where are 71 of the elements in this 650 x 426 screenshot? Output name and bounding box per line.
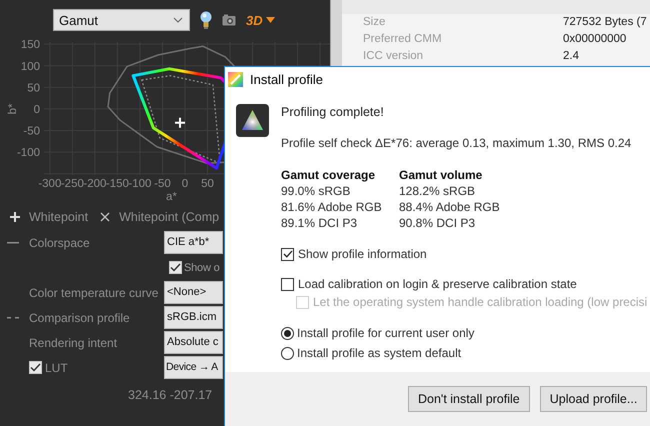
dropdown[interactable]: CIE a*b* (164, 231, 223, 254)
legend-label: Whitepoint (Comp (119, 210, 220, 224)
gamut-value: 89.1% DCI P3 (281, 215, 358, 231)
setting-label: Color temperature curve (29, 286, 158, 300)
status-heading: Profiling complete! (281, 104, 385, 120)
app-logo-icon (228, 72, 243, 87)
gamut-value: 88.4% Adobe RGB (399, 199, 501, 215)
cross-marker-icon (100, 212, 110, 222)
column-heading: Gamut volume (399, 167, 484, 183)
column-heading: Gamut coverage (281, 167, 376, 183)
view-dropdown[interactable]: Gamut (53, 9, 190, 31)
tick-label: -150 (106, 178, 129, 190)
tick-label: 0 (182, 178, 188, 190)
gamut-value: 128.2% sRGB (399, 183, 476, 199)
property-name: Size (363, 15, 386, 30)
checkmark-icon (170, 263, 181, 272)
whitepoint-marker (174, 116, 186, 129)
tick-label: -250 (60, 178, 84, 190)
gamut-value: 90.8% DCI P3 (399, 215, 476, 231)
tick-label: 50 (201, 178, 214, 190)
tick-label: -50 (154, 178, 171, 190)
axis-label: a* (166, 191, 177, 203)
plus-marker-icon (10, 212, 20, 222)
checkbox[interactable] (281, 248, 294, 260)
window-title: Install profile (250, 72, 323, 87)
setting-label: Rendering intent (29, 336, 118, 350)
dialog-button[interactable]: Don't install profile (408, 386, 530, 412)
self-check-summary: Profile self check ΔE*76: average 0.13, maximum 1.30, RMS 0.24 (281, 135, 632, 151)
coordinate-readout: 324.16 -207.17 (127, 387, 214, 403)
caret-down-icon[interactable] (266, 17, 275, 23)
tick-label: 50 (27, 82, 40, 94)
radio-label: Install profile as system default (297, 346, 462, 360)
light-bulb-icon[interactable] (200, 11, 212, 29)
radio-button[interactable] (281, 326, 294, 340)
checkbox-label: Show profile information (298, 247, 427, 261)
setting-label: Colorspace (29, 236, 90, 250)
tick-label: -100 (16, 147, 40, 160)
gamut-value: 81.6% Adobe RGB (281, 199, 383, 215)
property-value: 2.4 (563, 49, 580, 64)
axis-label: b* (7, 104, 19, 114)
checkbox-label: LUT (45, 360, 68, 374)
camera-icon[interactable] (222, 14, 236, 26)
setting-label: Comparison profile (29, 310, 130, 324)
dialog-button[interactable]: Upload profile... (540, 386, 648, 412)
tick-label: -200 (83, 178, 106, 190)
checkbox[interactable] (281, 278, 294, 290)
dropdown[interactable]: sRGB.icm (164, 306, 223, 329)
property-name: ICC version (363, 49, 424, 64)
property-value: 727532 Bytes (7 (563, 15, 648, 30)
property-name: Preferred CMM (363, 32, 443, 47)
tick-label: 100 (20, 60, 40, 73)
tick-label: -300 (38, 178, 62, 190)
checkbox-label: Show o (184, 262, 220, 274)
radio-label: Install profile for current user only (297, 326, 474, 340)
dropdown[interactable]: <None> (164, 281, 223, 304)
radio-button[interactable] (281, 346, 294, 360)
checkmark-icon (282, 250, 292, 258)
chevron-down-icon (173, 17, 183, 23)
3d-view-button[interactable]: 3D (246, 12, 263, 28)
tick-label: 150 (20, 39, 40, 52)
tick-label: -50 (23, 126, 40, 138)
checkbox-label: Let the operating system handle calibration loading (low precisi (313, 295, 648, 309)
checkbox-label: Load calibration on login & preserve calibration state (298, 277, 577, 291)
gamut-value: 99.0% sRGB (281, 183, 352, 199)
legend-label: Whitepoint (29, 210, 88, 224)
tick-label: 0 (34, 104, 40, 116)
property-value: 0x00000000 (563, 32, 628, 47)
tick-label: -100 (128, 178, 152, 190)
checkmark-icon (30, 363, 41, 372)
dropdown[interactable]: Device → A (164, 356, 223, 379)
dropdown[interactable]: Absolute c (164, 331, 223, 354)
